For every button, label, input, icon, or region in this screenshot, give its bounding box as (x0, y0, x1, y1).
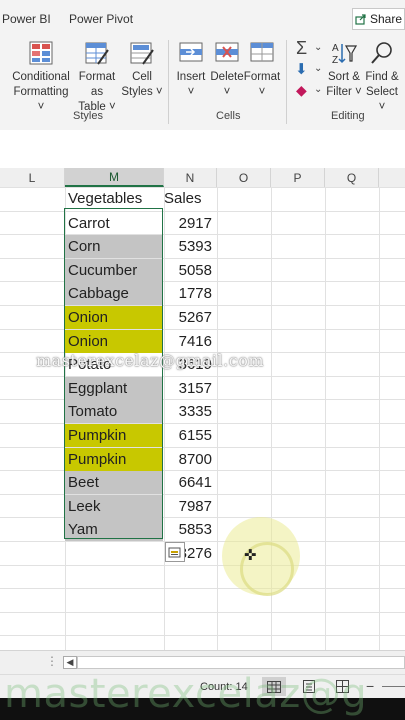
scroll-left-button[interactable]: ◀ (63, 656, 77, 669)
grid-column-line (217, 187, 218, 650)
find-select-line2: Select ˅ (366, 86, 398, 113)
delete-line1: Delete (210, 71, 244, 83)
insert-cells-icon (179, 42, 203, 62)
format-as-table-line1: Format as (78, 71, 116, 98)
insert-button[interactable]: Insert ˅ (174, 40, 208, 100)
watermark-email: masterexcelaz@gmail.com (36, 351, 265, 370)
grid-row-line (0, 565, 405, 566)
column-header-m[interactable]: M (65, 168, 164, 187)
search-icon (371, 42, 392, 64)
sort-filter-line1: Sort & (328, 71, 360, 83)
find-select-button[interactable]: Find & Select ˅ (362, 40, 402, 115)
worksheet-grid[interactable]: Vegetables Sales Carrot 2917 Corn 5393 Cucumbe… (0, 187, 405, 650)
styles-group-label: Styles (73, 110, 103, 122)
format-line1: Format (243, 71, 281, 83)
share-icon (355, 14, 366, 25)
format-as-table-icon (85, 42, 109, 65)
clear-dropdown-icon[interactable]: ⌄ (314, 84, 322, 95)
delete-line2: ˅ (223, 86, 231, 98)
grid-column-line (379, 187, 380, 650)
find-select-line1: Find & (365, 71, 399, 83)
sales-cell[interactable]: 7416 (164, 330, 216, 353)
cell-styles-button[interactable]: Cell Styles ˅ (120, 40, 164, 100)
grid-row-line (0, 635, 405, 636)
column-header-n[interactable]: N (164, 168, 217, 187)
sales-cell[interactable]: 3157 (164, 377, 216, 400)
delete-button[interactable]: Delete ˅ (210, 40, 244, 100)
grid-row-line (0, 588, 405, 589)
cells-group-label: Cells (216, 110, 241, 122)
sales-cell[interactable]: 2917 (164, 212, 216, 235)
share-button[interactable]: Share (352, 8, 405, 30)
sales-cell[interactable]: 5058 (164, 259, 216, 282)
header-vegetables[interactable]: Vegetables (65, 187, 163, 210)
insert-line2: ˅ (187, 86, 195, 98)
sales-cell[interactable]: 1778 (164, 282, 216, 305)
sales-cell[interactable]: 6155 (164, 424, 216, 447)
zoom-out-icon[interactable]: − (366, 678, 374, 694)
svg-text:Z: Z (332, 55, 338, 66)
column-headers: L M N O P Q (0, 168, 405, 188)
sales-cell[interactable]: 7987 (164, 495, 216, 518)
sort-filter-line2: Filter ˅ (326, 86, 362, 98)
format-button[interactable]: Format ˅ (244, 40, 280, 100)
cell-styles-icon (130, 42, 154, 65)
tab-power-bi[interactable]: Power BI (2, 12, 51, 26)
sales-cell[interactable]: 3335 (164, 400, 216, 423)
horizontal-scrollbar[interactable] (77, 656, 405, 669)
share-label: Share (369, 12, 403, 26)
column-header-o[interactable]: O (217, 168, 271, 187)
column-header-l[interactable]: L (0, 168, 65, 187)
sales-cell[interactable]: 8700 (164, 448, 216, 471)
conditional-formatting-line1: Conditional (12, 71, 70, 83)
video-bottom-strip: masterexcelaz@g (0, 671, 405, 720)
sales-cell[interactable]: 5393 (164, 235, 216, 258)
format-cells-icon (250, 42, 274, 62)
crosshair-cursor-icon: ✜ (244, 547, 257, 564)
selection-range (64, 208, 163, 539)
conditional-formatting-button[interactable]: Conditional Formatting ˅ (10, 40, 72, 115)
fill-dropdown-icon[interactable]: ⌄ (314, 63, 322, 74)
cell-styles-line2: Styles ˅ (121, 86, 163, 98)
sort-filter-icon: A Z (332, 43, 357, 66)
cell-styles-line1: Cell (132, 71, 152, 83)
conditional-formatting-line2: Formatting ˅ (13, 86, 69, 113)
column-header-r[interactable] (379, 168, 405, 187)
sales-cell[interactable]: 5267 (164, 306, 216, 329)
clear-icon[interactable]: ◆ (296, 82, 307, 99)
grid-row-line (0, 612, 405, 613)
grid-column-line (325, 187, 326, 650)
conditional-formatting-icon (29, 41, 53, 65)
svg-text:A: A (332, 43, 339, 54)
format-as-table-button[interactable]: Format as Table ˅ (72, 40, 122, 115)
insert-line1: Insert (176, 71, 206, 83)
formula-bar-area (0, 130, 405, 169)
fill-icon[interactable]: ⬇ (295, 60, 308, 78)
watermark-bottom: masterexcelaz@g (4, 671, 368, 717)
header-sales[interactable]: Sales (164, 187, 216, 210)
column-header-p[interactable]: P (271, 168, 325, 187)
delete-cells-icon (215, 42, 239, 62)
group-separator (286, 40, 287, 124)
column-header-q[interactable]: Q (325, 168, 379, 187)
zoom-slider[interactable] (382, 686, 405, 687)
splitter-handle-icon[interactable]: ⋮ (46, 654, 58, 668)
autosum-icon[interactable]: Σ (296, 38, 307, 59)
sort-filter-button[interactable]: A Z Sort & Filter ˅ (324, 40, 364, 100)
editing-group-label: Editing (331, 110, 365, 122)
tab-power-pivot[interactable]: Power Pivot (69, 12, 133, 26)
quick-analysis-icon (168, 547, 181, 558)
quick-analysis-button[interactable] (165, 542, 185, 562)
sales-cell[interactable]: 6641 (164, 471, 216, 494)
sales-cell[interactable]: 5853 (164, 518, 216, 541)
autosum-dropdown-icon[interactable]: ⌄ (314, 42, 322, 53)
ribbon: Power BI Power Pivot Share Conditional F… (0, 0, 405, 131)
group-separator (168, 40, 169, 124)
format-line2: ˅ (258, 86, 266, 98)
